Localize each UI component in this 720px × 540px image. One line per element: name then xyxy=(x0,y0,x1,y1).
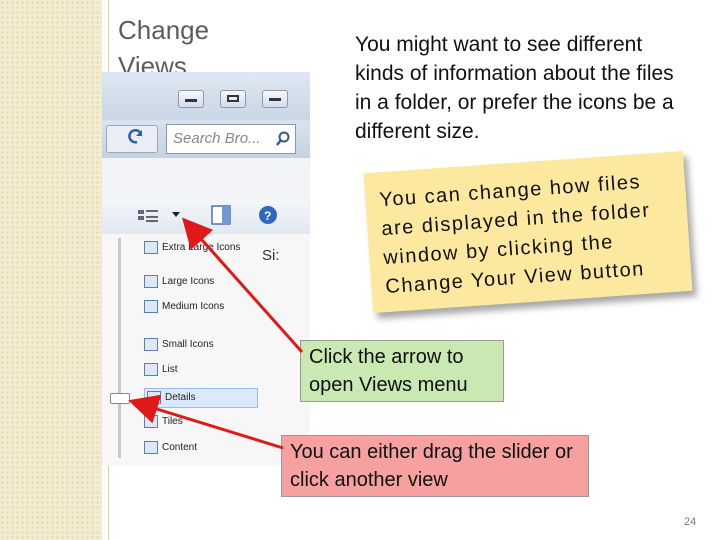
page-number: 24 xyxy=(684,516,697,528)
pointer-arrows xyxy=(128,217,304,450)
arrow-to-slider xyxy=(128,394,284,450)
arrow-to-views-button xyxy=(182,217,304,353)
